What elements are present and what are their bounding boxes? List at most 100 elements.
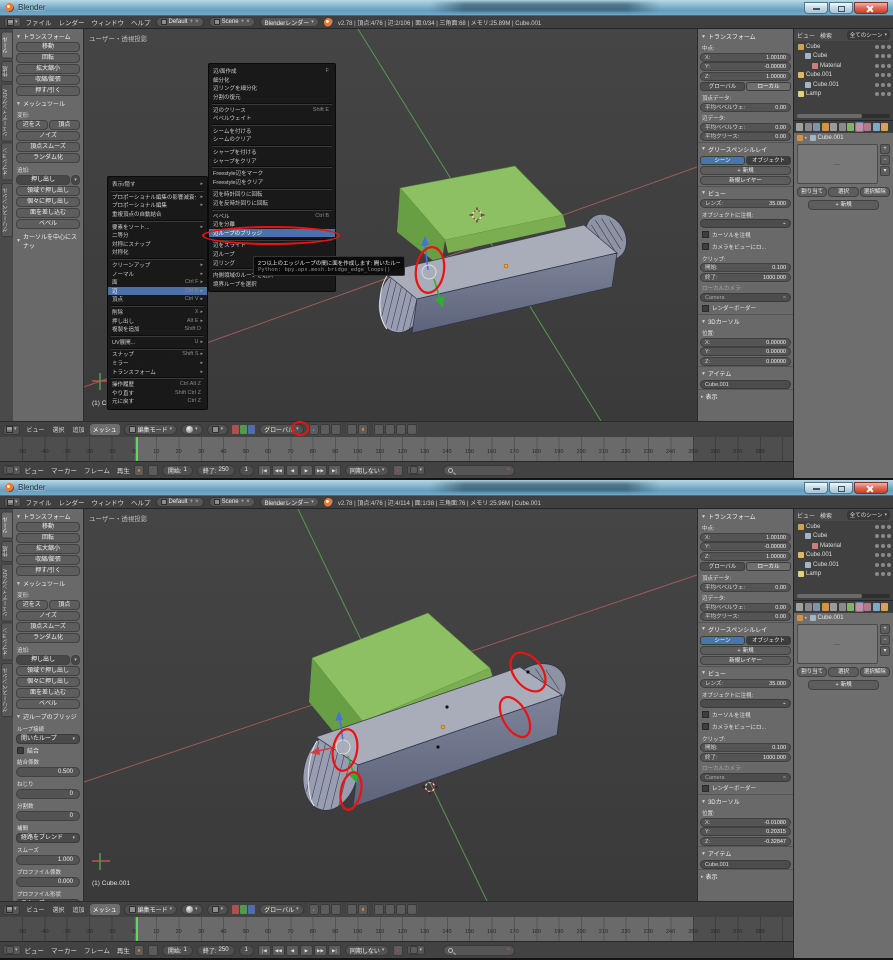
playback-button[interactable]: ▶ <box>300 945 313 956</box>
editor-type-button[interactable]: ▾ <box>3 425 20 435</box>
lock-camera-checkbox[interactable]: カメラをビューにロ... <box>702 723 789 731</box>
grease-pencil-toggle[interactable]: オブジェクト <box>746 636 791 645</box>
viewport-menu-item[interactable]: メッシュ <box>90 424 120 435</box>
top-menu-item[interactable]: レンダー <box>59 17 85 27</box>
menu-item[interactable]: 細分化 <box>209 76 335 85</box>
proportional-edit-icon[interactable] <box>309 424 319 435</box>
properties-tab-icon[interactable] <box>822 603 829 611</box>
menu-item[interactable]: シャープを付ける <box>209 148 335 157</box>
playback-button[interactable]: ▶| <box>328 945 341 956</box>
renderability-icon[interactable] <box>887 544 891 548</box>
selectability-icon[interactable] <box>881 92 885 96</box>
transform-tool-button[interactable]: 移動 <box>16 522 80 532</box>
cursor-value-field[interactable]: X:0.00000 <box>700 338 791 347</box>
selectability-icon[interactable] <box>881 572 885 576</box>
panel-header-transform[interactable]: ▼トランスフォーム <box>13 30 83 42</box>
menu-item[interactable]: 操作履歴 Ctrl Alt Z <box>108 380 207 389</box>
menu-item[interactable]: クリーンアップ ▸ <box>108 261 207 270</box>
operator-option[interactable]: 1.000 <box>16 855 80 865</box>
selectability-icon[interactable] <box>881 45 885 49</box>
keying-set-button[interactable]: ▾ <box>407 945 425 955</box>
menu-item[interactable] <box>209 165 335 169</box>
panel-header-transform[interactable]: ▼トランスフォーム <box>698 30 793 42</box>
properties-tab-icon[interactable] <box>830 603 837 611</box>
properties-tab-icon[interactable] <box>822 123 829 131</box>
extrude-button[interactable]: 押し出し <box>16 655 70 665</box>
selectability-icon[interactable] <box>881 54 885 58</box>
edge-select-icon[interactable] <box>396 424 406 435</box>
menu-item[interactable]: UV展開... U ▸ <box>108 338 207 347</box>
timeline-editor-button[interactable]: ▾ <box>3 465 21 475</box>
outliner-row[interactable]: Lamp <box>796 570 891 580</box>
menu-item[interactable] <box>209 144 335 148</box>
top-menu-item[interactable]: ウィンドウ <box>92 497 125 507</box>
space-toggle-button[interactable]: ローカル <box>746 82 791 91</box>
top-menu-item[interactable]: レンダー <box>59 497 85 507</box>
operator-panel-header[interactable]: ▼辺ループのブリッジ <box>13 710 83 722</box>
timeline-menu-item[interactable]: フレーム <box>84 945 110 955</box>
sync-mode-selector[interactable]: 同期しない▾ <box>345 945 390 956</box>
selectability-icon[interactable] <box>881 563 885 567</box>
timeline-ruler[interactable]: -50-40-30-20-100102030405060708090100110… <box>0 437 793 461</box>
menu-item[interactable]: ノーマル ▸ <box>108 269 207 278</box>
deform-tool-button[interactable]: 頂点スムーズ <box>16 622 80 632</box>
transform-tool-button[interactable]: 収縮/膨張 <box>16 75 80 85</box>
transform-tool-button[interactable]: 押す/引く <box>16 566 80 576</box>
operator-option[interactable]: 結合係数 <box>17 758 79 766</box>
screen-layout-selector[interactable]: Default + × <box>156 17 204 27</box>
sync-mode-selector[interactable]: 同期しない▾ <box>345 465 390 476</box>
menu-item[interactable]: 複製を追加 Shift D <box>108 325 207 334</box>
outliner-scrollbar[interactable] <box>797 594 890 598</box>
clip-field[interactable]: 開始:0.100 <box>700 743 791 752</box>
menu-item[interactable] <box>108 376 207 380</box>
cursor-value-field[interactable]: Z:0.00000 <box>700 357 791 366</box>
end-frame-field[interactable]: 終了:250 <box>197 945 235 956</box>
add-tool-button[interactable]: 領域で押し出し <box>16 666 80 676</box>
menu-item[interactable]: 押し出し Alt E ▸ <box>108 316 207 325</box>
properties-tab-icon[interactable] <box>839 603 846 611</box>
opengl-anim-icon[interactable] <box>358 424 368 435</box>
current-frame-field[interactable]: 1 <box>239 465 254 476</box>
camera-field[interactable]: Camera× <box>700 293 791 302</box>
keying-set-button[interactable]: ▾ <box>407 465 425 475</box>
tool-shelf-tab[interactable]: グリースペンシル <box>1 663 13 717</box>
remove-slot-button[interactable]: − <box>880 635 890 645</box>
shading-selector[interactable]: ▾ <box>181 424 203 435</box>
menu-item[interactable]: 辺リングを細分化 <box>209 84 335 93</box>
menu-item[interactable]: スナップ Shift S ▸ <box>108 350 207 359</box>
tool-shelf-tab[interactable]: ツール <box>1 512 13 539</box>
properties-tab-icon[interactable] <box>873 123 880 131</box>
cursor-value-field[interactable]: Y:0.00000 <box>700 347 791 356</box>
visibility-icon[interactable] <box>875 525 879 529</box>
use-preview-range-icon[interactable] <box>134 945 144 956</box>
renderability-icon[interactable] <box>887 73 891 77</box>
timeline-ruler[interactable]: -50-40-30-20-100102030405060708090100110… <box>0 917 793 941</box>
renderability-icon[interactable] <box>887 83 891 87</box>
timeline-menu-item[interactable]: 再生 <box>117 945 130 955</box>
playback-button[interactable]: ◀ <box>286 465 299 476</box>
opengl-render-icon[interactable] <box>347 904 357 915</box>
lock-object-field[interactable]: ⌖ <box>700 699 791 708</box>
menu-item[interactable]: Freestyle辺をマーク <box>209 169 335 178</box>
outliner-display-filter[interactable]: 全てのシーン▾ <box>847 30 890 40</box>
face-select-icon[interactable] <box>407 904 417 915</box>
menu-item[interactable]: Freestyle辺をクリア <box>209 178 335 187</box>
use-preview-range-icon[interactable] <box>134 465 144 476</box>
select-button[interactable]: 選択 <box>828 187 858 197</box>
menu-item[interactable] <box>209 123 335 127</box>
outliner-display-filter[interactable]: 全てのシーン▾ <box>847 510 890 520</box>
occlude-geometry-icon[interactable] <box>374 424 384 435</box>
minimize-button[interactable] <box>804 482 828 494</box>
menu-item[interactable] <box>108 304 207 308</box>
visibility-icon[interactable] <box>875 563 879 567</box>
properties-tab-icon[interactable] <box>813 123 820 131</box>
visibility-icon[interactable] <box>875 54 879 58</box>
maximize-button[interactable] <box>829 2 853 14</box>
add-layout-icon[interactable]: + <box>190 19 194 25</box>
outliner-row[interactable]: Cube <box>796 532 891 542</box>
menu-item[interactable]: 辺/面作成 F <box>209 67 335 76</box>
menu-item[interactable]: 辺 Ctrl E ▸ <box>108 287 207 296</box>
properties-tab-icon[interactable] <box>805 123 812 131</box>
manipulator-toggles[interactable] <box>232 425 255 434</box>
current-frame-playhead[interactable] <box>136 437 138 461</box>
